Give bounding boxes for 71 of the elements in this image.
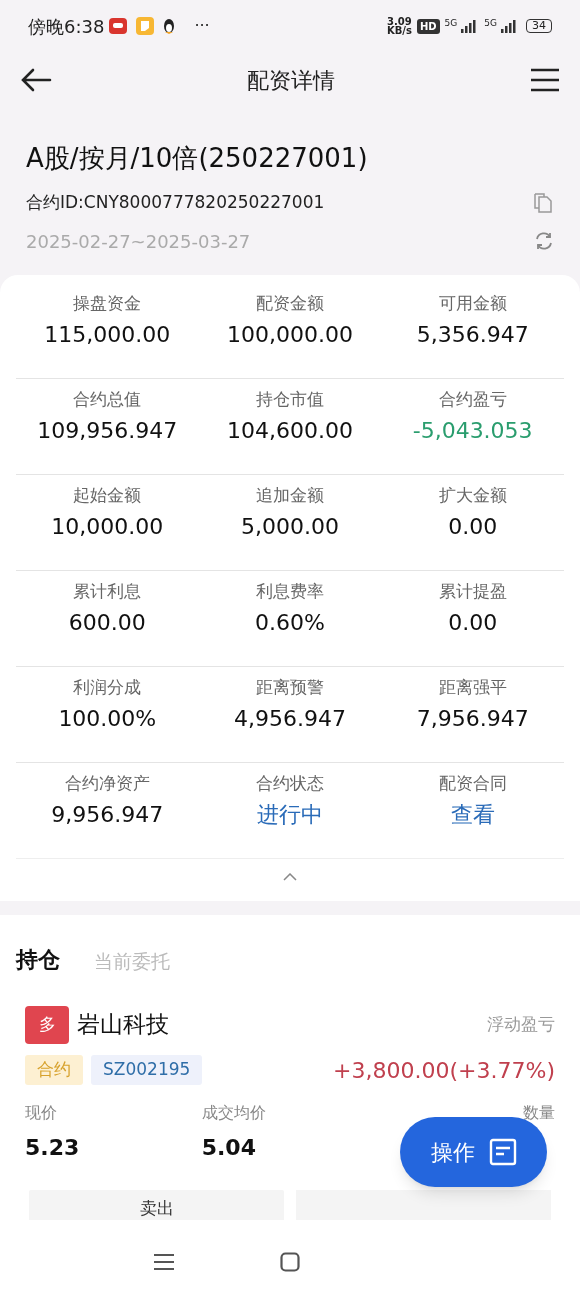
stat-value: 100.00%	[58, 705, 157, 733]
contract-tag: 合约	[25, 1055, 83, 1085]
page-title: 配资详情	[246, 66, 336, 95]
stat-value: 10,000.00	[51, 513, 164, 541]
stat-label: 可用金额	[438, 291, 507, 315]
stat-label: 配资合同	[438, 771, 507, 795]
stat-value: 4,956.947	[234, 705, 346, 733]
floating-pnl-value: +3,800.00(+3.77%)	[333, 1056, 555, 1085]
network-speed: 3.09	[387, 17, 412, 26]
contract-title: A股/按月/10倍(250227001)	[26, 142, 369, 175]
stat-label: 距离强平	[438, 675, 507, 699]
back-arrow-icon[interactable]	[20, 67, 52, 93]
stat-value: 5,356.947	[416, 321, 529, 349]
collapse-chevron-icon[interactable]	[283, 872, 297, 881]
stat-label: 操盘资金	[73, 291, 142, 315]
stat-label: 利润分成	[73, 675, 142, 699]
home-icon[interactable]	[280, 1251, 300, 1272]
field-value: 5.23	[25, 1133, 80, 1162]
penguin-icon	[162, 18, 177, 34]
field-value: 5.04	[201, 1133, 256, 1162]
sell-button[interactable]: 卖出	[29, 1189, 284, 1220]
network-type: 5G	[444, 19, 458, 28]
floating-pnl-label: 浮动盈亏	[487, 1012, 555, 1036]
refresh-icon[interactable]	[534, 231, 554, 251]
tab[interactable]: 持仓	[16, 942, 60, 976]
stat-label: 累计利息	[73, 579, 142, 603]
stat-value: 7,956.947	[416, 705, 529, 733]
stat-label: 合约盈亏	[438, 387, 507, 411]
field-label: 现价	[25, 1101, 57, 1124]
stat-value: 100,000.00	[227, 321, 353, 349]
signal-icon	[499, 19, 519, 33]
status-time: 傍晚6:38	[28, 14, 105, 39]
stat-value: 109,956.947	[37, 417, 178, 445]
stock-name: 岩山科技	[77, 1010, 169, 1040]
long-badge: 多	[25, 1005, 69, 1044]
stock-code-tag: SZ002195	[91, 1055, 203, 1085]
app-icon	[136, 17, 155, 35]
stat-label: 追加金额	[256, 483, 324, 507]
speed-unit: KB/s	[386, 26, 412, 35]
field-label: 成交均价	[201, 1101, 266, 1124]
stat-label: 合约状态	[256, 771, 324, 795]
stat-label: 起始金额	[73, 483, 142, 507]
stat-label: 持仓市值	[256, 387, 324, 411]
more-notifications: ···	[194, 15, 210, 37]
stat-label: 合约总值	[73, 387, 142, 411]
stat-label: 合约净资产	[64, 771, 150, 795]
battery-indicator: 34	[526, 19, 552, 33]
stat-value: 0.00	[448, 609, 498, 637]
stat-label: 配资金额	[256, 291, 324, 315]
stat-value: 9,956.947	[51, 801, 164, 829]
stat-value[interactable]: 查看	[450, 798, 495, 831]
stat-value: -5,043.053	[412, 417, 533, 445]
document-icon	[488, 1138, 517, 1166]
recent-apps-icon[interactable]	[154, 1252, 174, 1271]
stat-label: 距离预警	[256, 675, 324, 699]
stat-label: 累计提盈	[438, 579, 507, 603]
stat-value: 115,000.00	[44, 321, 171, 349]
menu-icon[interactable]	[530, 68, 560, 92]
network-type: 5G	[484, 19, 497, 28]
stat-value: 5,000.00	[241, 513, 339, 541]
stat-value: 0.00	[448, 513, 498, 541]
stat-label: 利息费率	[256, 579, 324, 603]
stat-value: 0.60%	[255, 609, 325, 637]
stat-label: 扩大金额	[438, 483, 507, 507]
contract-period: 2025-02-27~2025-03-27	[26, 229, 251, 254]
hd-badge: HD	[416, 18, 440, 34]
contract-id: 合约ID:CNY8000777820250227001	[26, 191, 325, 214]
stat-value[interactable]: 进行中	[257, 798, 323, 831]
stat-value: 600.00	[68, 609, 146, 637]
app-icon	[108, 16, 129, 36]
stat-value: 104,600.00	[227, 417, 353, 445]
